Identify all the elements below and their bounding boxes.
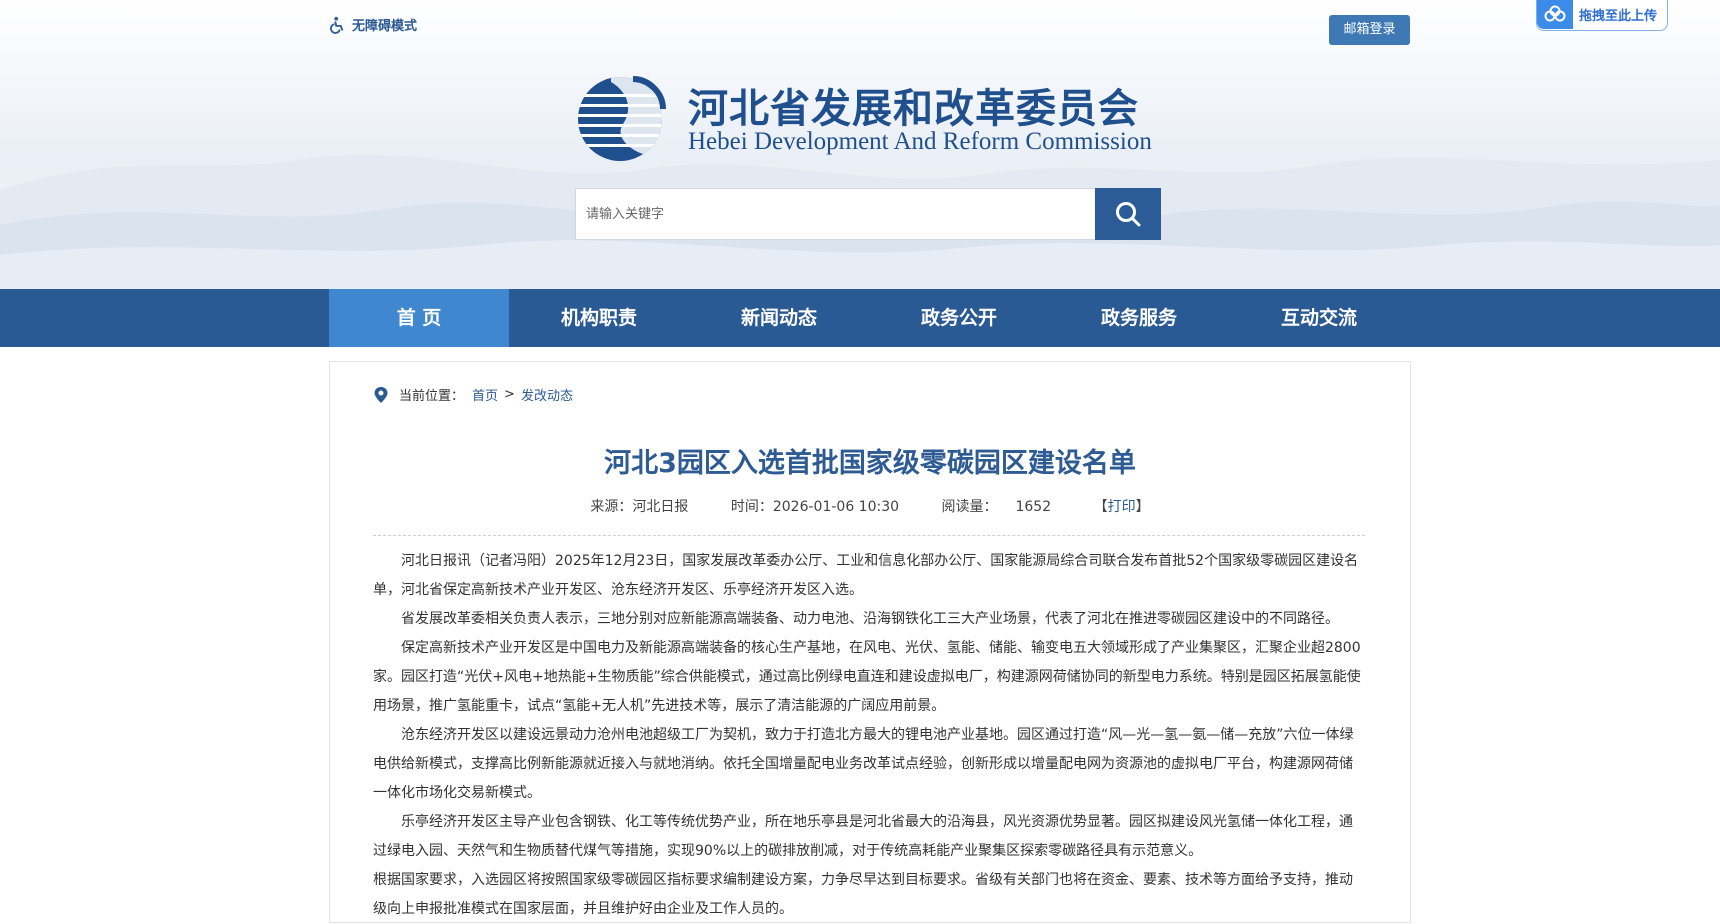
nav-item-gov-affairs-open[interactable]: 政务公开 <box>869 289 1049 347</box>
article-paragraph: 河北日报讯（记者冯阳）2025年12月23日，国家发展改革委办公厅、工业和信息化… <box>373 553 1359 598</box>
search-button[interactable] <box>1095 188 1161 240</box>
main-nav: 首 页 机构职责 新闻动态 政务公开 政务服务 互动交流 <box>0 289 1720 347</box>
breadcrumb-section-link[interactable]: 发改动态 <box>521 385 573 404</box>
article-paragraph: 乐亭经济开发区主导产业包含钢铁、化工等传统优势产业，所在地乐亭县是河北省最大的沿… <box>373 814 1353 859</box>
upload-label: 拖拽至此上传 <box>1579 8 1658 24</box>
article-paragraph: 根据国家要求，入选园区将按照国家级零碳园区指标要求编制建设方案，力争尽早达到目标… <box>373 872 1353 917</box>
article-body: 河北日报讯（记者冯阳）2025年12月23日，国家发展改革委办公厅、工业和信息化… <box>373 547 1365 924</box>
location-pin-icon <box>374 386 388 403</box>
article-source: 来源：河北日报 <box>590 499 689 515</box>
article-paragraph: 保定高新技术产业开发区是中国电力及新能源高端装备的核心生产基地，在风电、光伏、氢… <box>373 640 1361 714</box>
breadcrumb-prefix: 当前位置： <box>399 389 465 404</box>
nav-item-institution-duties[interactable]: 机构职责 <box>509 289 689 347</box>
print-bracket-close: 】 <box>1135 499 1150 515</box>
print-bracket-open: 【 <box>1093 499 1108 515</box>
nav-item-interaction[interactable]: 互动交流 <box>1229 289 1409 347</box>
search-input[interactable] <box>576 189 1094 239</box>
search-box <box>575 188 1097 240</box>
article-title: 河北3园区入选首批国家级零碳园区建设名单 <box>604 448 1136 479</box>
print-link[interactable]: 打印 <box>1108 499 1136 515</box>
breadcrumb-home-link[interactable]: 首页 <box>472 385 498 404</box>
org-name-english: Hebei Development And Reform Commission <box>688 128 1152 155</box>
emblem-logo <box>578 76 666 161</box>
cloud-upload-icon <box>1537 0 1573 29</box>
nav-item-gov-services[interactable]: 政务服务 <box>1049 289 1229 347</box>
accessibility-label: 无障碍模式 <box>352 19 418 34</box>
site-header: 无障碍模式 邮箱登录 拖拽至此上传 河北省发展和改革委员会 Hebei Deve… <box>0 0 1720 289</box>
divider <box>373 535 1365 536</box>
nav-item-news[interactable]: 新闻动态 <box>689 289 869 347</box>
org-name-chinese: 河北省发展和改革委员会 <box>688 85 1139 132</box>
article-views-label: 阅读量： <box>941 499 998 515</box>
article-meta: 来源：河北日报 时间：2026-01-06 10:30 阅读量： 1652 【打印… <box>370 496 1370 516</box>
article-time: 时间：2026-01-06 10:30 <box>730 499 900 515</box>
drag-upload-widget[interactable]: 拖拽至此上传 <box>1536 0 1668 31</box>
nav-item-home[interactable]: 首 页 <box>329 289 509 347</box>
accessibility-mode-link[interactable]: 无障碍模式 <box>329 15 417 34</box>
article-paragraph: 省发展改革委相关负责人表示，三地分别对应新能源高端装备、动力电池、沿海钢铁化工三… <box>401 611 1339 627</box>
mail-login-button[interactable]: 邮箱登录 <box>1329 15 1410 45</box>
article-paragraph: 沧东经济开发区以建设远景动力沧州电池超级工厂为契机，致力于打造北方最大的锂电池产… <box>373 727 1354 801</box>
breadcrumb-separator: > <box>504 387 515 402</box>
search-icon <box>1116 202 1141 227</box>
breadcrumb: 当前位置： 首页 > 发改动态 <box>373 385 573 404</box>
article-views-count: 1652 <box>1015 499 1052 515</box>
wheelchair-icon <box>330 16 344 34</box>
